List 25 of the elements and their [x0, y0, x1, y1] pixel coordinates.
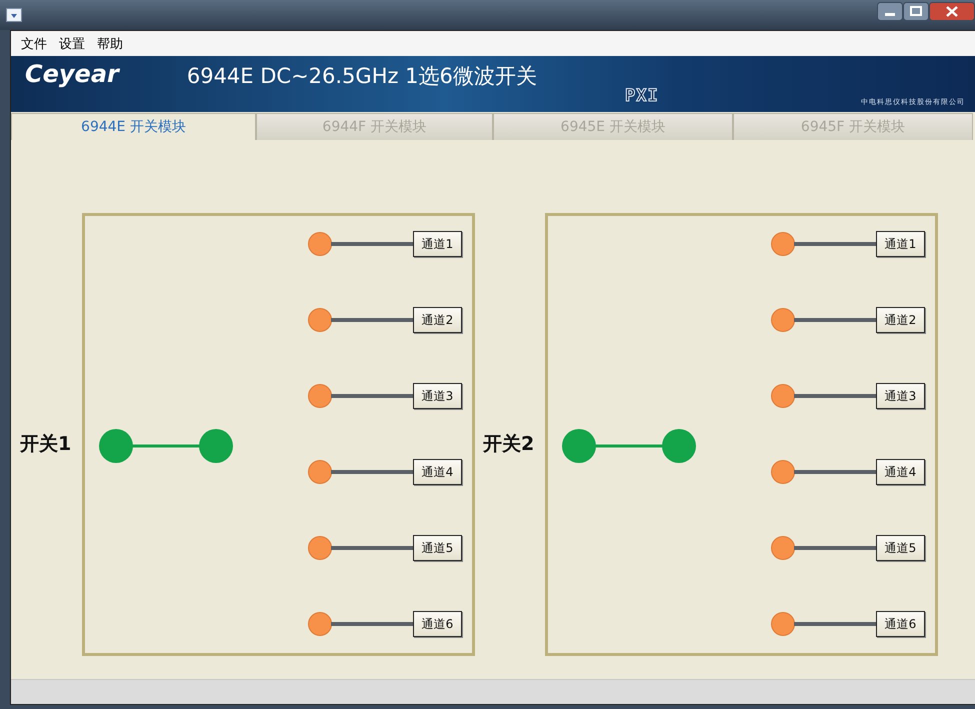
channel-button[interactable]: 通道2	[413, 307, 462, 333]
channel-button[interactable]: 通道1	[413, 231, 462, 257]
channel-button[interactable]: 通道5	[876, 535, 925, 561]
minimize-button[interactable]	[877, 2, 903, 20]
channel-button[interactable]: 通道5	[413, 535, 462, 561]
channel-button[interactable]: 通道3	[413, 383, 462, 409]
menu-item[interactable]: 帮助	[95, 32, 125, 54]
logo: Ceyear	[25, 60, 119, 88]
channel-button[interactable]: 通道3	[876, 383, 925, 409]
close-button[interactable]	[929, 2, 975, 20]
channel-button[interactable]: 通道4	[876, 459, 925, 485]
channel-button[interactable]: 通道6	[876, 611, 925, 637]
app-icon	[6, 8, 22, 22]
tab[interactable]: 6944E 开关模块	[11, 113, 256, 140]
switch-label: 开关1	[20, 432, 72, 457]
channel-button[interactable]: 通道1	[876, 231, 925, 257]
maximize-button[interactable]	[903, 2, 929, 20]
menu-item[interactable]: 设置	[57, 32, 87, 54]
channel-button[interactable]: 通道6	[413, 611, 462, 637]
banner-title: 6944E DC~26.5GHz 1选6微波开关	[186, 63, 537, 90]
channel-button[interactable]: 通道4	[413, 459, 462, 485]
menu-item[interactable]: 文件	[19, 32, 49, 54]
channel-button[interactable]: 通道2	[876, 307, 925, 333]
switch-label: 开关2	[483, 432, 536, 457]
pxi-logo: PXI	[625, 86, 659, 106]
